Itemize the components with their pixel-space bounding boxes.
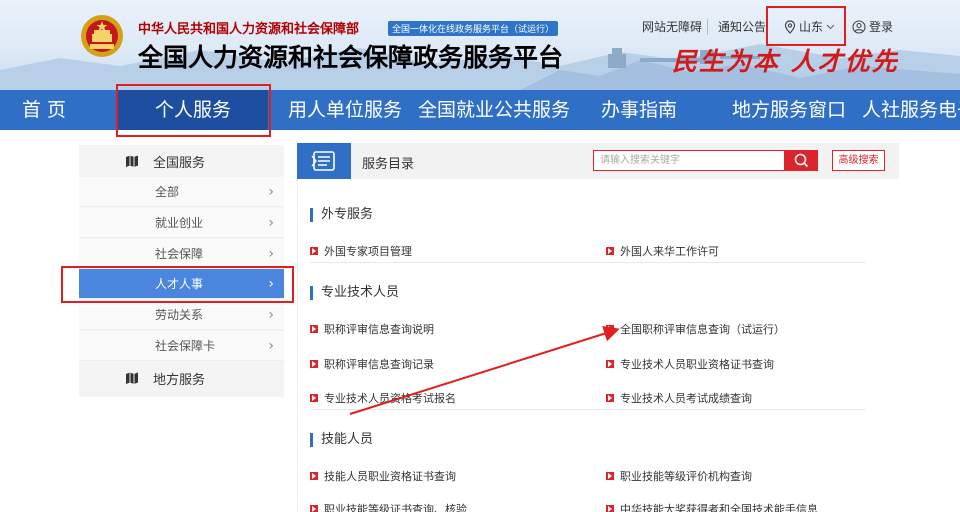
sidebar-item-ss-card[interactable]: 社会保障卡 ›	[79, 331, 284, 361]
platform-title: 全国人力资源和社会保障政务服务平台	[138, 43, 564, 72]
bullet-icon	[310, 472, 318, 480]
catalog-title: 服务目录	[362, 157, 415, 172]
service-link[interactable]: 中华技能大奖获得者和全国技术能手信息	[606, 501, 818, 512]
catalog-icon	[311, 151, 335, 171]
service-link[interactable]: 外国人来华工作许可	[606, 243, 719, 259]
org-badge: 全国一体化在线政务服务平台（试运行）	[388, 21, 559, 36]
service-link-label: 专业技术人员考试成绩查询	[620, 392, 752, 405]
chevron-right-icon: ›	[268, 338, 274, 354]
bullet-icon	[310, 360, 318, 368]
service-link[interactable]: 职称评审信息查询记录	[310, 356, 434, 372]
chevron-right-icon: ›	[268, 215, 274, 231]
bullet-icon	[606, 472, 614, 480]
catalog-icon-box	[297, 143, 351, 179]
service-link-label: 专业技术人员资格考试报名	[324, 392, 456, 405]
sidebar-item-label: 社会保障	[155, 247, 204, 261]
service-link[interactable]: 专业技术人员考试成绩查询	[606, 390, 752, 406]
section-title: 技能人员	[310, 433, 373, 447]
sidebar-item-labor-relations[interactable]: 劳动关系 ›	[79, 300, 284, 330]
bullet-icon	[310, 394, 318, 402]
bullet-icon	[606, 325, 614, 333]
sidebar-highlight-box	[61, 266, 294, 303]
nav-local-windows[interactable]: 地方服务窗口	[732, 90, 846, 130]
section-title: 专业技术人员	[310, 286, 399, 300]
nav-e-services[interactable]: 人社服务电子	[862, 90, 960, 130]
nav-highlight-box	[116, 84, 271, 137]
org-name: 中华人民共和国人力资源和社会保障部	[138, 22, 360, 37]
slogan: 民生为本 人才优先	[672, 47, 899, 76]
bullet-icon	[310, 325, 318, 333]
advanced-search-button[interactable]: 高级搜索	[832, 150, 885, 171]
divider	[310, 262, 866, 263]
service-link[interactable]: 专业技术人员职业资格证书查询	[606, 356, 774, 372]
service-link[interactable]: 全国职称评审信息查询（试运行）	[606, 321, 785, 337]
login-label: 登录	[869, 20, 894, 34]
service-link-label: 专业技术人员职业资格证书查询	[620, 358, 774, 371]
service-link-label: 职业技能等级证书查询、核验	[324, 503, 467, 512]
bullet-icon	[310, 505, 318, 512]
service-link-label: 中华技能大奖获得者和全国技术能手信息	[620, 503, 818, 512]
sidebar-local-header[interactable]: 地方服务	[79, 362, 284, 394]
nav-employer-services[interactable]: 用人单位服务	[288, 90, 402, 130]
divider	[310, 409, 866, 410]
chevron-right-icon: ›	[268, 184, 274, 200]
bullet-icon	[606, 505, 614, 512]
service-link[interactable]: 职业技能等级证书查询、核验	[310, 501, 467, 512]
search-icon	[794, 153, 809, 168]
service-link-label: 外国人来华工作许可	[620, 245, 719, 258]
sidebar-item-label: 全部	[155, 185, 180, 199]
sidebar-national-label: 全国服务	[153, 155, 206, 171]
service-link-label: 全国职称评审信息查询（试运行）	[620, 323, 785, 336]
accessibility-link[interactable]: 网站无障碍	[642, 18, 702, 35]
map-icon	[126, 155, 138, 167]
catalog-content	[297, 179, 899, 512]
service-link[interactable]: 专业技术人员资格考试报名	[310, 390, 456, 406]
sidebar-item-label: 劳动关系	[155, 308, 204, 322]
section-title: 外专服务	[310, 208, 373, 222]
sidebar-item-social-security[interactable]: 社会保障 ›	[79, 239, 284, 269]
sidebar-item-label: 就业创业	[155, 216, 204, 230]
chevron-right-icon: ›	[268, 307, 274, 323]
sidebar-local-label: 地方服务	[153, 372, 206, 388]
bullet-icon	[310, 247, 318, 255]
service-link-label: 外国专家项目管理	[324, 245, 412, 258]
search-input[interactable]: 请输入搜索关键字	[593, 150, 785, 171]
bullet-icon	[606, 247, 614, 255]
service-link[interactable]: 职业技能等级评价机构查询	[606, 468, 752, 484]
nav-guide[interactable]: 办事指南	[601, 90, 677, 130]
service-link-label: 职称评审信息查询说明	[324, 323, 434, 336]
service-link[interactable]: 外国专家项目管理	[310, 243, 412, 259]
service-link[interactable]: 技能人员职业资格证书查询	[310, 468, 456, 484]
service-link[interactable]: 职称评审信息查询说明	[310, 321, 434, 337]
chevron-right-icon: ›	[268, 246, 274, 262]
national-emblem-icon	[81, 15, 123, 57]
service-link-label: 技能人员职业资格证书查询	[324, 470, 456, 483]
region-highlight-box	[766, 6, 846, 46]
divider	[707, 19, 708, 35]
sidebar-item-all[interactable]: 全部 ›	[79, 177, 284, 207]
search-button[interactable]	[785, 150, 818, 171]
login-link[interactable]: 登录	[852, 18, 893, 35]
notice-link[interactable]: 通知公告	[718, 18, 766, 35]
nav-home[interactable]: 首 页	[22, 90, 66, 130]
user-icon	[852, 19, 866, 34]
sidebar-item-employment[interactable]: 就业创业 ›	[79, 208, 284, 238]
nav-employment-services[interactable]: 全国就业公共服务	[418, 90, 570, 130]
service-link-label: 职称评审信息查询记录	[324, 358, 434, 371]
service-link-label: 职业技能等级评价机构查询	[620, 470, 752, 483]
bullet-icon	[606, 394, 614, 402]
map-icon	[126, 372, 138, 384]
bullet-icon	[606, 360, 614, 368]
sidebar-national-header[interactable]: 全国服务	[79, 145, 284, 177]
sidebar-item-label: 社会保障卡	[155, 339, 216, 353]
